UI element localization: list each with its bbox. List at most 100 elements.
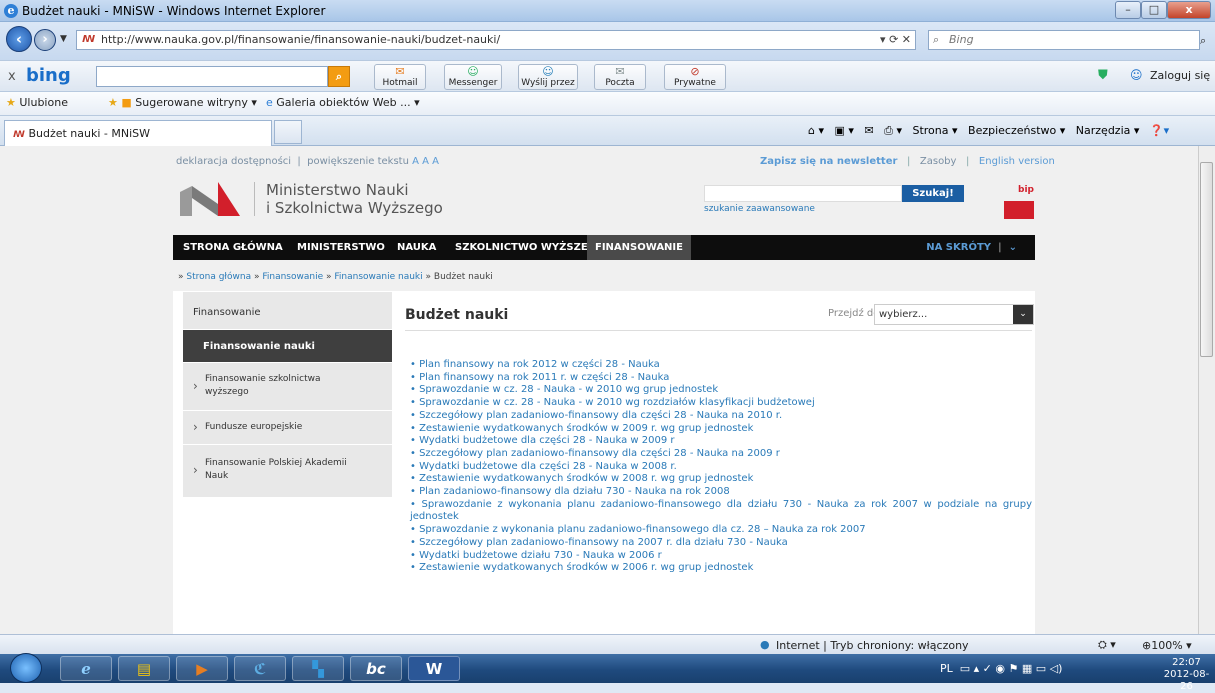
search-options-icon[interactable]: ⌕	[1200, 34, 1206, 48]
bip-logo[interactable]: bip	[1004, 185, 1034, 219]
advanced-search-link[interactable]: szukanie zaawansowane	[704, 204, 815, 214]
history-dropdown-icon[interactable]: ▼	[60, 34, 67, 44]
taskbar-app-icon[interactable]: ℭ	[234, 656, 286, 681]
site-search-button[interactable]: Szukaj!	[902, 185, 964, 202]
url-actions-icon[interactable]: ▾ ⟳ ✕	[880, 31, 911, 49]
ministry-logo[interactable]	[180, 182, 240, 216]
ie-icon: e	[4, 4, 18, 18]
breadcrumb-science-financing[interactable]: Finansowanie nauki	[334, 272, 422, 282]
document-link[interactable]: Sprawozdanie z wykonania planu zadaniowo…	[410, 524, 1032, 537]
safety-menu[interactable]: Bezpieczeństwo ▾	[968, 124, 1065, 137]
new-tab-button[interactable]	[274, 120, 302, 144]
zoom-level[interactable]: ⊕100% ▾	[1142, 639, 1192, 652]
sidebar-item-active[interactable]: Finansowanie nauki	[183, 330, 392, 363]
clock[interactable]: 22:07 2012-08-26	[1158, 657, 1215, 693]
favorites-bar: ★ Ulubione ★ ■ Sugerowane witryny ▾ e Ga…	[0, 92, 1215, 116]
print-icon[interactable]: ⎙ ▾	[884, 124, 902, 137]
ministry-name-line2: i Szkolnictwa Wyższego	[266, 199, 443, 217]
ministry-name: Ministerstwo Nauki i Szkolnictwa Wyższeg…	[266, 181, 443, 217]
document-link[interactable]: Szczegółowy plan zadaniowo-finansowy dla…	[410, 448, 1032, 461]
mail-label: Poczta	[605, 78, 635, 88]
nav-home[interactable]: STRONA GŁÓWNA	[175, 235, 291, 260]
document-link[interactable]: Szczegółowy plan zadaniowo-finansowy dla…	[410, 410, 1032, 423]
taskbar-explorer-icon[interactable]: ▤	[118, 656, 170, 681]
text-size-link[interactable]: powiększenie tekstu	[307, 156, 409, 167]
nav-higher-ed[interactable]: SZKOLNICTWO WYŻSZE	[447, 235, 596, 260]
page-menu[interactable]: Strona ▾	[912, 124, 957, 137]
suggested-sites-item[interactable]: ★ ■ Sugerowane witryny ▾	[108, 96, 257, 109]
maximize-button[interactable]: □	[1141, 1, 1167, 19]
scrollbar-thumb[interactable]	[1200, 162, 1213, 357]
document-link[interactable]: Plan finansowy na rok 2012 w części 28 -…	[410, 359, 1032, 372]
english-version-link[interactable]: English version	[979, 156, 1055, 167]
accessibility-link[interactable]: deklaracja dostępności	[176, 156, 291, 167]
mail-button[interactable]: ✉ Poczta	[594, 64, 646, 90]
read-mail-icon[interactable]: ✉	[864, 124, 873, 137]
breadcrumb-financing[interactable]: Finansowanie	[262, 272, 323, 282]
tools-menu[interactable]: Narzędzia ▾	[1076, 124, 1140, 137]
search-input[interactable]: ⌕ Bing	[928, 30, 1200, 50]
breadcrumb-current: Budżet nauki	[433, 272, 493, 282]
help-icon[interactable]: ❓▾	[1150, 124, 1169, 137]
sidebar-item-eu-funds[interactable]: Fundusze europejskie	[183, 411, 392, 445]
ministry-name-line1: Ministerstwo Nauki	[266, 181, 409, 199]
document-link[interactable]: Wydatki budżetowe działu 730 - Nauka w 2…	[410, 550, 1032, 563]
favorites-button[interactable]: ★ Ulubione	[6, 96, 68, 109]
document-link[interactable]: Plan finansowy na rok 2011 r. w części 2…	[410, 372, 1032, 385]
title-bar: e Budżet nauki - MNiSW - Windows Interne…	[0, 0, 1215, 22]
protected-mode-icon[interactable]: ⛭ ▾	[1098, 638, 1116, 652]
site-search-input[interactable]	[704, 185, 902, 202]
close-button[interactable]: x	[1167, 1, 1211, 19]
private-label: Prywatne	[674, 78, 716, 88]
bing-close-button[interactable]: x	[8, 69, 16, 84]
document-link[interactable]: Zestawienie wydatkowanych środków w 2006…	[410, 562, 1032, 575]
hotmail-button[interactable]: ✉ Hotmail	[374, 64, 426, 90]
user-icon: ☺	[1130, 68, 1143, 82]
start-button[interactable]	[10, 653, 42, 683]
taskbar-paint-icon[interactable]: ▚	[292, 656, 344, 681]
bip-label: bip	[1018, 185, 1034, 195]
tab-label: Budżet nauki - MNiSW	[28, 127, 150, 140]
document-link[interactable]: Sprawozdanie w cz. 28 - Nauka - w 2010 w…	[410, 397, 1032, 410]
resources-link[interactable]: Zasoby	[920, 156, 957, 167]
document-link[interactable]: Wydatki budżetowe dla części 28 - Nauka …	[410, 435, 1032, 448]
login-link[interactable]: Zaloguj się	[1150, 69, 1210, 82]
url-input[interactable]: ꟿ http://www.nauka.gov.pl/finansowanie/f…	[76, 30, 916, 50]
taskbar-word-icon[interactable]: W	[408, 656, 460, 681]
security-zone[interactable]: Internet | Tryb chroniony: włączony	[776, 639, 969, 652]
bing-logo: bing	[26, 65, 71, 86]
home-icon[interactable]: ⌂ ▾	[808, 124, 824, 137]
forward-button[interactable]: ›	[34, 29, 56, 51]
messenger-button[interactable]: ☺ Messenger	[444, 64, 502, 90]
sidebar-item-pan[interactable]: Finansowanie Polskiej Akademii Nauk	[183, 445, 392, 497]
nav-ministry[interactable]: MINISTERSTWO	[289, 235, 393, 260]
private-button[interactable]: ⊘ Prywatne	[664, 64, 726, 90]
document-link[interactable]: Wydatki budżetowe dla części 28 - Nauka …	[410, 461, 1032, 474]
language-indicator[interactable]: PL	[940, 662, 953, 675]
document-link[interactable]: Szczegółowy plan zadaniowo-finansowy na …	[410, 537, 1032, 550]
bing-search-input[interactable]	[96, 66, 328, 87]
rss-icon[interactable]: ▣ ▾	[835, 124, 854, 137]
taskbar-ie-icon[interactable]: e	[60, 656, 112, 681]
document-link[interactable]: Sprawozdanie w cz. 28 - Nauka - w 2010 w…	[410, 384, 1032, 397]
breadcrumb-home[interactable]: Strona główna	[186, 272, 251, 282]
text-size-options[interactable]: A A A	[412, 156, 439, 167]
back-button[interactable]: ‹	[6, 26, 32, 52]
bing-search-button[interactable]: ⌕	[328, 66, 350, 87]
document-link[interactable]: Zestawienie wydatkowanych środków w 2008…	[410, 473, 1032, 486]
sidebar-item-higher-ed[interactable]: Finansowanie szkolnictwa wyższego	[183, 363, 392, 411]
document-link[interactable]: Sprawozdanie z wykonania planu zadaniowo…	[410, 499, 1032, 524]
taskbar-media-icon[interactable]: ▶	[176, 656, 228, 681]
send-via-button[interactable]: ☺Wyślij przez ...	[518, 64, 578, 99]
newsletter-link[interactable]: Zapisz się na newsletter	[760, 156, 897, 167]
taskbar-bc-icon[interactable]: bc	[350, 656, 402, 681]
jump-select[interactable]: wybierz... ⌄	[874, 304, 1034, 325]
shortcuts-menu[interactable]: NA SKRÓTY | ⌄	[918, 235, 1025, 260]
nav-financing[interactable]: FINANSOWANIE	[587, 235, 691, 260]
web-slice-gallery-item[interactable]: e Galeria obiektów Web ... ▾	[266, 96, 420, 109]
minimize-button[interactable]: –	[1115, 1, 1141, 19]
nav-science[interactable]: NAUKA	[389, 235, 444, 260]
document-link[interactable]: Plan zadaniowo-finansowy dla działu 730 …	[410, 486, 1032, 499]
document-link[interactable]: Zestawienie wydatkowanych środków w 2009…	[410, 423, 1032, 436]
tab-budzet-nauki[interactable]: ꟿ Budżet nauki - MNiSW	[4, 120, 272, 146]
